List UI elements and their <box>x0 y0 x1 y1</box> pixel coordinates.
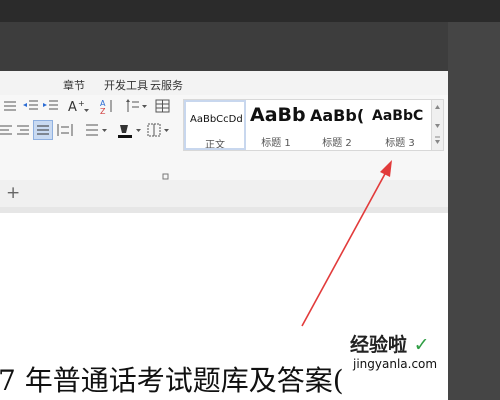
paragraph-spacing-icon[interactable] <box>84 121 112 139</box>
style-heading-2-preview: AaBb( <box>310 106 365 125</box>
style-heading-1-preview: AaBb <box>250 104 306 126</box>
ribbon-toolbar: A + AZ AaBbCcDd 正文 AaBb 标题 1 AaBb(标题 2 … <box>0 95 448 180</box>
paragraph-dialog-launcher-icon[interactable] <box>162 173 170 180</box>
right-gutter <box>448 22 500 400</box>
align-left-icon[interactable] <box>0 121 14 139</box>
watermark-logo: 经验啦 ✓ <box>350 330 430 357</box>
window-top-bar <box>0 0 500 22</box>
watermark-main-text: 经验啦 <box>350 334 408 356</box>
gray-band <box>0 22 448 71</box>
borders-icon[interactable] <box>146 121 174 139</box>
style-heading-2[interactable]: AaBb( 标题 2 <box>306 100 368 150</box>
svg-text:+: + <box>78 99 85 108</box>
style-heading-2-label: 标题 2 <box>322 138 352 149</box>
style-heading-1[interactable]: AaBb 标题 1 <box>246 100 306 150</box>
style-heading-3-label: 标题 3 <box>385 138 415 149</box>
scroll-up-icon <box>435 105 440 109</box>
styles-scroll[interactable] <box>431 99 444 151</box>
page-top-edge <box>0 207 448 213</box>
watermark-url: jingyanla.com <box>353 357 438 371</box>
style-heading-3[interactable]: AaBbC 标题 3 <box>368 100 432 150</box>
menu-item-chapter[interactable]: 章节 <box>63 77 85 93</box>
document-tab-bar: + <box>0 180 448 207</box>
menu-item-cloud-service[interactable]: 云服务 <box>150 77 183 93</box>
style-heading-3-preview: AaBbC <box>372 108 424 124</box>
document-area[interactable]: 7 年普通话考试题库及答案( <box>0 207 448 400</box>
svg-text:A: A <box>68 100 77 115</box>
table-icon[interactable] <box>154 97 172 115</box>
sort-icon[interactable]: AZ <box>98 97 116 115</box>
decrease-indent-icon[interactable] <box>22 97 40 115</box>
bullet-list-icon[interactable] <box>0 97 18 115</box>
menu-bar: 章节 开发工具 云服务 <box>0 71 448 96</box>
font-size-icon[interactable]: A + <box>66 97 90 115</box>
shading-icon[interactable] <box>116 121 144 139</box>
svg-text:Z: Z <box>100 107 106 115</box>
align-right-icon[interactable] <box>14 121 32 139</box>
styles-gallery: AaBbCcDd 正文 AaBb 标题 1 AaBb( 标题 2 AaBbC 标… <box>183 99 433 151</box>
new-tab-button[interactable]: + <box>6 183 20 203</box>
increase-indent-icon[interactable] <box>42 97 60 115</box>
style-heading-1-label: 标题 1 <box>261 138 291 149</box>
line-spacing-icon[interactable] <box>124 97 148 115</box>
menu-item-developer-tools[interactable]: 开发工具 <box>104 77 148 93</box>
style-normal-preview: AaBbCcDd <box>190 114 243 125</box>
style-normal[interactable]: AaBbCcDd 正文 <box>184 100 246 150</box>
watermark-check-icon: ✓ <box>413 334 430 356</box>
scroll-down-icon <box>435 124 440 128</box>
more-styles-icon <box>435 140 440 144</box>
document-title-line: 7 年普通话考试题库及答案( <box>0 364 344 397</box>
justify-icon[interactable] <box>33 120 53 140</box>
distributed-align-icon[interactable] <box>56 121 74 139</box>
style-normal-label: 正文 <box>205 140 225 150</box>
